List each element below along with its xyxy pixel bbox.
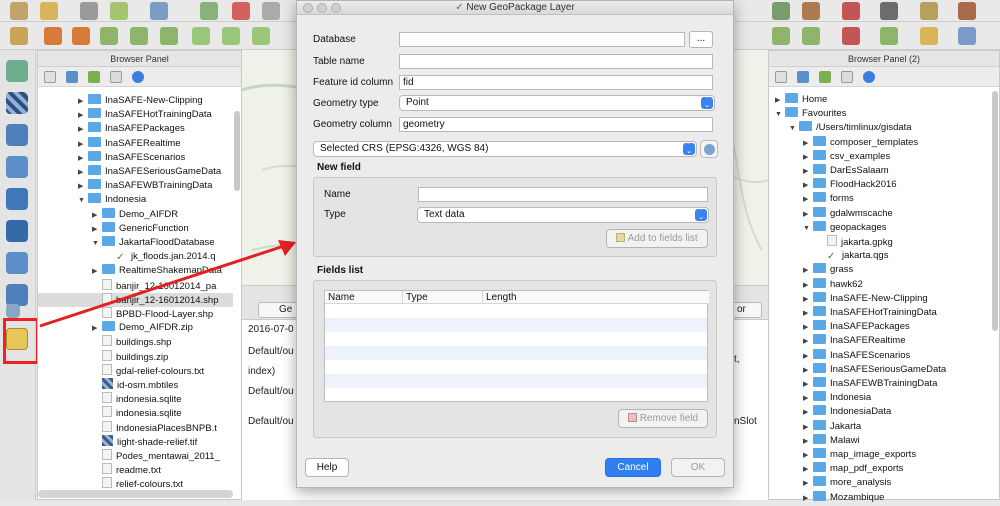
field-name-input[interactable] bbox=[418, 187, 708, 202]
dialog-titlebar: ✓ New GeoPackage Layer bbox=[297, 1, 733, 15]
field-name-label: Name bbox=[324, 189, 351, 200]
ok-button[interactable]: OK bbox=[671, 458, 725, 477]
column-header-length[interactable]: Length bbox=[483, 291, 709, 304]
cancel-button[interactable]: Cancel bbox=[605, 458, 661, 477]
column-header-type[interactable]: Type bbox=[403, 291, 483, 304]
table-name-label: Table name bbox=[313, 56, 365, 67]
help-button[interactable]: Help bbox=[305, 458, 349, 477]
table-row bbox=[325, 346, 707, 360]
chevron-updown-icon: ⌃ ⌄ bbox=[683, 142, 695, 155]
geometry-column-label: Geometry column bbox=[313, 119, 392, 130]
add-field-icon bbox=[616, 233, 626, 242]
remove-field-label: Remove field bbox=[639, 413, 699, 424]
fields-list-group: Name Type Length Remove field bbox=[313, 280, 717, 438]
new-field-group: Name Type Text data ⌃ ⌄ Add to fields lis… bbox=[313, 177, 717, 257]
field-type-value: Text data bbox=[424, 209, 465, 220]
remove-field-button[interactable]: Remove field bbox=[618, 409, 708, 428]
database-label: Database bbox=[313, 34, 356, 45]
table-name-field[interactable] bbox=[399, 54, 713, 69]
dialog-title: ✓ New GeoPackage Layer bbox=[297, 1, 733, 15]
table-row bbox=[325, 318, 707, 332]
crs-value: Selected CRS (EPSG:4326, WGS 84) bbox=[320, 143, 489, 154]
remove-field-icon bbox=[627, 413, 637, 422]
fields-list-title: Fields list bbox=[317, 265, 364, 276]
browse-button[interactable]: ... bbox=[689, 31, 713, 48]
geometry-type-value: Point bbox=[406, 97, 429, 108]
crs-selector-globe-icon[interactable] bbox=[700, 140, 718, 158]
chevron-updown-icon: ⌃ ⌄ bbox=[701, 96, 713, 109]
fields-table[interactable]: Name Type Length bbox=[324, 290, 709, 402]
chevron-updown-icon: ⌃ ⌄ bbox=[695, 208, 707, 221]
feature-id-label: Feature id column bbox=[313, 77, 394, 88]
check-icon: ✓ bbox=[455, 2, 464, 13]
field-type-label: Type bbox=[324, 209, 346, 220]
geometry-type-label: Geometry type bbox=[313, 98, 379, 109]
new-field-title: New field bbox=[317, 162, 361, 173]
feature-id-field[interactable]: fid bbox=[399, 75, 713, 90]
add-to-fields-label: Add to fields list bbox=[627, 233, 698, 244]
table-row bbox=[325, 374, 707, 388]
new-geopackage-dialog: ✓ New GeoPackage Layer Database ... Tabl… bbox=[296, 0, 734, 488]
add-to-fields-button[interactable]: Add to fields list bbox=[606, 229, 708, 248]
geometry-column-field[interactable]: geometry bbox=[399, 117, 713, 132]
dialog-title-text: New GeoPackage Layer bbox=[466, 2, 575, 13]
crs-select[interactable]: Selected CRS (EPSG:4326, WGS 84) ⌃ ⌄ bbox=[313, 141, 697, 157]
geometry-type-select[interactable]: Point ⌃ ⌄ bbox=[399, 95, 715, 111]
database-field[interactable] bbox=[399, 32, 685, 47]
column-header-name[interactable]: Name bbox=[325, 291, 403, 304]
field-type-select[interactable]: Text data ⌃ ⌄ bbox=[417, 207, 709, 223]
globe-icon bbox=[704, 144, 715, 155]
